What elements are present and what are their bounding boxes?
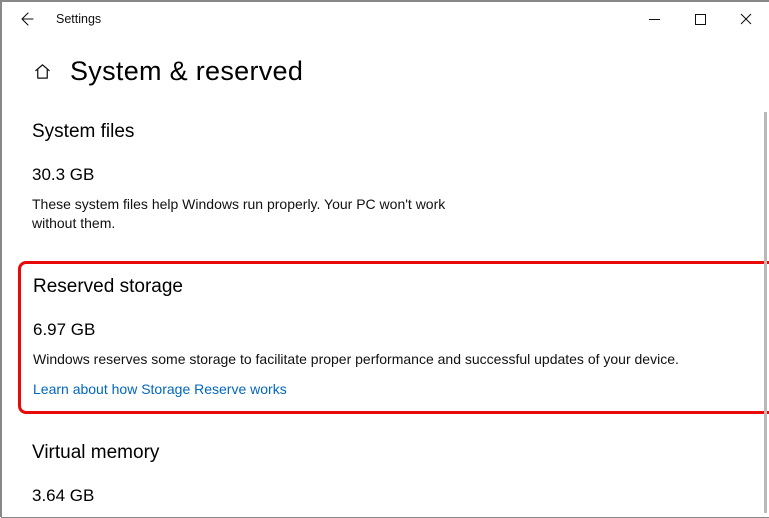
minimize-icon: [649, 14, 660, 25]
section-heading: Virtual memory: [32, 442, 739, 464]
section-system-files: System files 30.3 GB These system files …: [32, 121, 739, 233]
section-virtual-memory: Virtual memory 3.64 GB: [32, 442, 739, 506]
minimize-button[interactable]: [631, 4, 677, 34]
scrollbar-thumb[interactable]: [764, 112, 767, 513]
home-icon: [33, 62, 52, 81]
section-value: 6.97 GB: [33, 320, 768, 340]
scrollbar[interactable]: [761, 112, 769, 513]
close-icon: [740, 13, 752, 25]
page-title: System & reserved: [70, 56, 303, 87]
arrow-left-icon: [18, 11, 34, 27]
content-area: System & reserved System files 30.3 GB T…: [2, 36, 769, 506]
back-button[interactable]: [10, 3, 42, 35]
section-value: 30.3 GB: [32, 165, 739, 185]
titlebar: Settings: [2, 2, 769, 36]
section-heading: System files: [32, 121, 739, 143]
learn-more-link[interactable]: Learn about how Storage Reserve works: [33, 381, 287, 397]
section-description: These system files help Windows run prop…: [32, 195, 452, 233]
home-button[interactable]: [32, 62, 52, 82]
section-heading: Reserved storage: [33, 276, 768, 298]
section-description: Windows reserves some storage to facilit…: [33, 350, 768, 369]
close-button[interactable]: [723, 4, 769, 34]
page-header: System & reserved: [32, 56, 739, 87]
window-controls: [631, 4, 769, 34]
maximize-icon: [695, 14, 706, 25]
window-title: Settings: [56, 12, 101, 26]
highlight-reserved-storage: Reserved storage 6.97 GB Windows reserve…: [18, 261, 769, 414]
maximize-button[interactable]: [677, 4, 723, 34]
section-value: 3.64 GB: [32, 486, 739, 506]
